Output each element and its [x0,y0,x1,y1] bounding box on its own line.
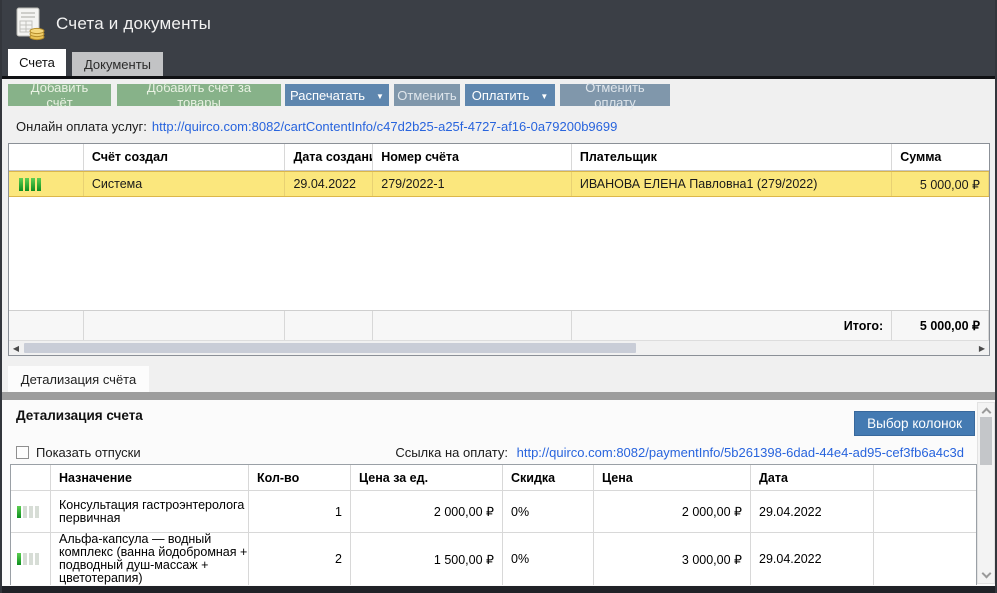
column-header-creator[interactable]: Счёт создал [84,144,286,170]
online-payment-label: Онлайн оплата услуг: [16,119,147,134]
invoice-document-coins-icon [14,7,46,41]
tab-documents[interactable]: Документы [72,52,163,76]
detail-table-row[interactable]: Альфа-капсула — водный комплекс (ванна й… [11,533,976,585]
detail-heading: Детализация счета [16,408,143,423]
invoice-number-cell: 279/2022-1 [373,172,572,196]
horizontal-scrollbar[interactable]: ◀ ▶ [9,340,989,355]
detail-table: Назначение Кол-во Цена за ед. Скидка Цен… [10,464,977,585]
column-header-unit-price[interactable]: Цена за ед. [351,465,503,490]
tab-invoices[interactable]: Счета [8,49,66,76]
column-header-qty[interactable]: Кол-во [249,465,351,490]
status-bars-icon [17,553,39,565]
date-cell: 29.04.2022 [751,491,874,532]
status-bars-icon [17,506,39,518]
pay-button-label: Оплатить [472,88,530,103]
print-button[interactable]: Распечатать ▼ [285,84,389,106]
creator-cell: Система [84,172,286,196]
price-cell: 2 000,00 ₽ [594,491,751,532]
detail-options-row: Показать отпуски Ссылка на оплату: http:… [2,440,977,464]
main-tab-bar: Счета Документы [0,48,997,76]
column-header-date[interactable]: Дата [751,465,874,490]
payment-link-wrap: Ссылка на оплату: http://quirco.com:8082… [395,445,964,460]
scroll-up-icon[interactable] [982,408,992,418]
payer-cell: ИВАНОВА ЕЛЕНА Павловна1 (279/2022) [572,172,892,196]
chevron-down-icon: ▼ [540,92,548,101]
invoices-table-header: Счёт создал Дата создания Номер счёта Пл… [9,144,989,171]
detail-table-header: Назначение Кол-во Цена за ед. Скидка Цен… [11,465,976,491]
invoice-detail-panel: Детализация счета Выбор колонок Показать… [2,400,995,586]
toolbar: Добавить счёт Добавить счёт за товары Ра… [0,79,997,110]
cancel-invoice-button[interactable]: Отменить [394,84,460,106]
pay-button[interactable]: Оплатить ▼ [465,84,555,106]
print-button-label: Распечатать [290,88,365,103]
vertical-scrollbar-thumb[interactable] [980,417,992,465]
invoices-table: Счёт создал Дата создания Номер счёта Пл… [8,143,990,356]
title-bar: Счета и документы [0,0,997,48]
scroll-down-icon[interactable] [982,569,992,579]
qty-cell: 2 [249,533,351,585]
detail-table-row[interactable]: Консультация гастроэнтеролога первичная … [11,491,976,533]
window-bottom-edge [0,586,997,593]
choose-columns-button[interactable]: Выбор колонок [854,411,975,436]
price-cell: 3 000,00 ₽ [594,533,751,585]
empty-rows-area [9,197,989,310]
add-invoice-button[interactable]: Добавить счёт [8,84,111,106]
online-payment-row: Онлайн оплата услуг: http://quirco.com:8… [0,110,997,142]
scroll-right-icon[interactable]: ▶ [975,341,989,355]
vertical-scrollbar[interactable] [977,402,995,584]
cancel-payment-button[interactable]: Отменить оплату [560,84,670,106]
column-header-payer[interactable]: Плательщик [572,144,892,170]
tab-invoice-detail[interactable]: Детализация счёта [8,366,149,392]
totals-label: Итого: [572,311,892,340]
totals-amount: 5 000,00 ₽ [892,311,989,340]
unit-price-cell: 1 500,00 ₽ [351,533,503,585]
date-cell: 29.04.2022 [751,533,874,585]
window-left-edge [0,0,2,593]
scroll-left-icon[interactable]: ◀ [9,341,23,355]
show-dispense-checkbox[interactable] [16,446,29,459]
column-header-discount[interactable]: Скидка [503,465,594,490]
table-row-selected[interactable]: Система 29.04.2022 279/2022-1 ИВАНОВА ЕЛ… [9,171,989,197]
column-header-status[interactable] [11,465,51,490]
created-date-cell: 29.04.2022 [285,172,373,196]
horizontal-scrollbar-thumb[interactable] [24,343,636,353]
unit-price-cell: 2 000,00 ₽ [351,491,503,532]
amount-cell: 5 000,00 ₽ [892,172,989,196]
column-header-created-date[interactable]: Дата создания [285,144,373,170]
column-header-price[interactable]: Цена [594,465,751,490]
purpose-cell: Альфа-капсула — водный комплекс (ванна й… [51,533,249,585]
page-title: Счета и документы [56,14,211,34]
column-header-amount[interactable]: Сумма [892,144,989,170]
row-status-cell [9,172,84,196]
panel-divider [2,392,995,400]
payment-info-link[interactable]: http://quirco.com:8082/paymentInfo/5b261… [517,445,964,460]
show-dispense-label: Показать отпуски [36,445,141,460]
chevron-down-icon: ▼ [376,92,384,101]
column-header-purpose[interactable]: Назначение [51,465,249,490]
qty-cell: 1 [249,491,351,532]
column-header-number[interactable]: Номер счёта [373,144,572,170]
cart-content-link[interactable]: http://quirco.com:8082/cartContentInfo/c… [152,119,617,134]
discount-cell: 0% [503,533,594,585]
column-header-status[interactable] [9,144,84,170]
totals-row: Итого: 5 000,00 ₽ [9,310,989,340]
payment-link-label: Ссылка на оплату: [395,445,508,460]
invoices-and-documents-window: Счета и документы Счета Документы Добави… [0,0,997,593]
discount-cell: 0% [503,491,594,532]
add-goods-invoice-button[interactable]: Добавить счёт за товары [117,84,281,106]
status-bars-icon [19,178,41,191]
column-header-extra[interactable] [874,465,974,490]
purpose-cell: Консультация гастроэнтеролога первичная [51,491,249,532]
